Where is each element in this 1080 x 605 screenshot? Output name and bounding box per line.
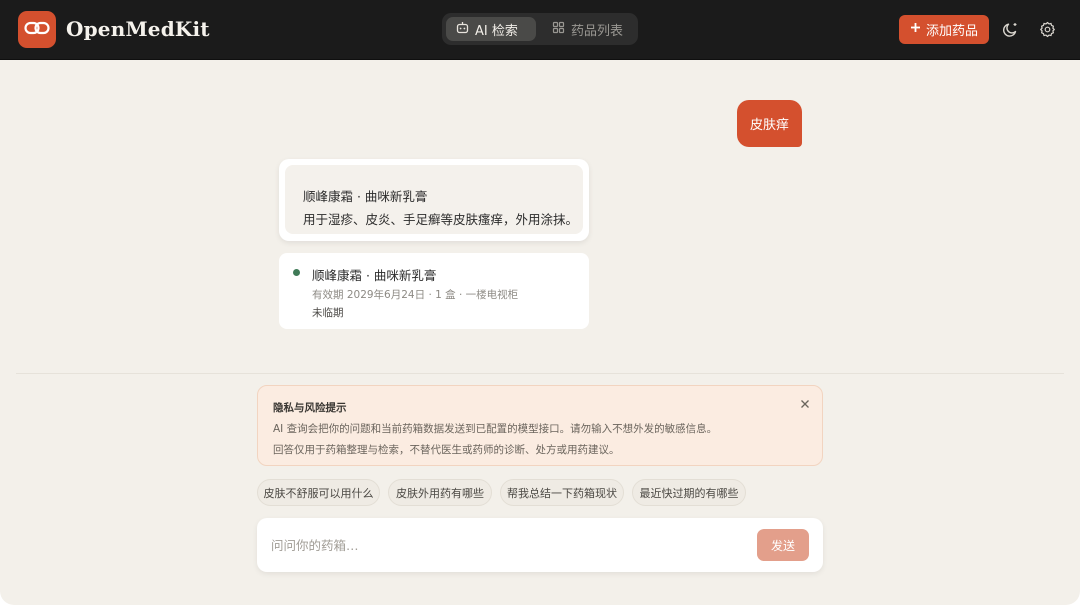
pill-link-icon <box>24 20 50 40</box>
close-icon[interactable] <box>798 397 812 411</box>
tab-label: AI 检索 <box>475 23 518 39</box>
add-medicine-button[interactable]: 添加药品 <box>899 15 989 44</box>
user-message: 皮肤痒 <box>737 100 802 147</box>
question-input[interactable] <box>271 532 741 558</box>
expiry-status: 未临期 <box>312 307 344 319</box>
logo[interactable] <box>18 11 56 48</box>
suggestion-chip[interactable]: 皮肤不舒服可以用什么 <box>257 479 380 506</box>
moon-icon[interactable] <box>1001 20 1019 38</box>
tab-ai-search[interactable]: AI 检索 <box>446 17 536 41</box>
tab-medicine-list[interactable]: 药品列表 <box>542 17 634 41</box>
notice-text: 回答仅用于药箱整理与检索，不替代医生或药师的诊断、处方或用药建议。 <box>273 444 620 456</box>
top-bar: OpenMedKit AI 检索 药品列表 添加药品 <box>0 0 1080 60</box>
gear-icon[interactable] <box>1038 20 1056 38</box>
ai-reply-card: 顺峰康霜 · 曲咪新乳膏 用于湿疹、皮炎、手足癣等皮肤瘙痒，外用涂抹。 <box>279 159 589 241</box>
medicine-meta: 有效期 2029年6月24日 · 1 盒 · 一楼电视柜 <box>312 289 519 301</box>
tab-label: 药品列表 <box>571 23 624 39</box>
plus-icon <box>910 22 921 37</box>
suggestion-chip[interactable]: 最近快过期的有哪些 <box>632 479 746 506</box>
suggestion-chip[interactable]: 帮我总结一下药箱现状 <box>500 479 624 506</box>
medicine-name: 顺峰康霜 · 曲咪新乳膏 <box>312 268 437 283</box>
ai-reply-body: 顺峰康霜 · 曲咪新乳膏 用于湿疹、皮炎、手足癣等皮肤瘙痒，外用涂抹。 <box>285 165 583 234</box>
suggestion-chip[interactable]: 皮肤外用药有哪些 <box>388 479 492 506</box>
app-title: OpenMedKit <box>66 17 210 41</box>
ai-reply-line: 用于湿疹、皮炎、手足癣等皮肤瘙痒，外用涂抹。 <box>303 212 579 227</box>
app-window: OpenMedKit AI 检索 药品列表 添加药品 皮肤痒 顺峰康霜 · 曲咪… <box>0 0 1080 605</box>
notice-title: 隐私与风险提示 <box>273 402 347 414</box>
privacy-notice: 隐私与风险提示 AI 查询会把你的问题和当前药箱数据发送到已配置的模型接口。请勿… <box>257 385 823 466</box>
medicine-result-card[interactable]: 顺峰康霜 · 曲咪新乳膏 有效期 2029年6月24日 · 1 盒 · 一楼电视… <box>279 253 589 329</box>
ai-reply-line: 顺峰康霜 · 曲咪新乳膏 <box>303 189 428 204</box>
notice-text: AI 查询会把你的问题和当前药箱数据发送到已配置的模型接口。请勿输入不想外发的敏… <box>273 423 718 435</box>
send-button[interactable]: 发送 <box>757 529 809 561</box>
status-dot <box>293 269 300 276</box>
divider <box>16 373 1064 374</box>
message-composer: 发送 <box>257 518 823 572</box>
robot-icon <box>456 21 469 38</box>
grid-icon <box>552 21 565 38</box>
view-switcher: AI 检索 药品列表 <box>442 13 638 45</box>
add-medicine-label: 添加药品 <box>925 24 978 39</box>
